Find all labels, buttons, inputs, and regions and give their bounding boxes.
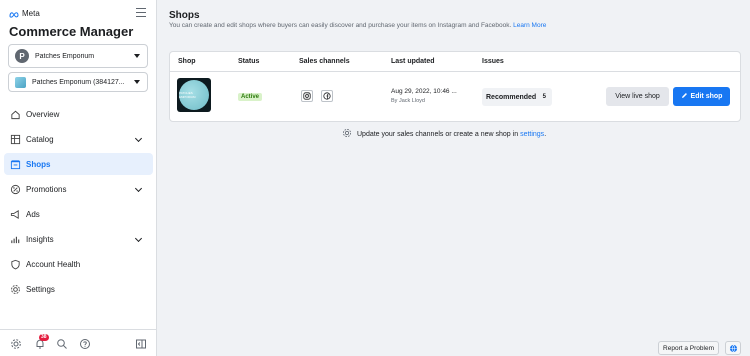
sidebar-item-settings[interactable]: Settings [4,278,153,300]
shop-thumbnail[interactable]: PATCHES EMPORIUM [177,78,211,112]
settings-hint: Update your sales channels or create a n… [342,128,546,140]
chevron-down-icon[interactable] [134,134,143,143]
chevron-down-icon[interactable] [134,184,143,193]
shop-logo: PATCHES EMPORIUM [179,80,209,110]
megaphone-icon [10,209,21,220]
sidebar-item-label: Account Health [26,259,81,269]
sidebar-footer: 38 [0,329,157,356]
gear-icon [342,128,352,140]
home-icon [10,109,21,120]
meta-brand[interactable]: Meta [9,9,40,18]
meta-logo-text: Meta [22,9,40,18]
shop-logo-text: PATCHES EMPORIUM [179,91,196,99]
caret-down-icon [134,54,140,58]
promotions-icon [10,184,21,195]
issues-badge[interactable]: Recommended 5 [482,88,552,106]
sidebar-item-account-health[interactable]: Account Health [4,253,153,275]
sidebar-item-label: Overview [26,109,60,119]
sidebar-item-shops[interactable]: Shops [4,153,153,175]
hint-end: . [544,130,547,138]
column-header-updated: Last updated [391,58,435,65]
globe-icon[interactable] [725,341,741,355]
main-content: Shops You can create and edit shops wher… [157,0,750,356]
sidebar-item-label: Ads [26,209,40,219]
sidebar-item-catalog[interactable]: Catalog [4,128,153,150]
collapse-sidebar-icon[interactable] [135,338,147,350]
instagram-icon[interactable] [301,90,313,102]
shops-table: Shop Status Sales channels Last updated … [169,51,741,122]
issues-count: 5 [542,94,546,100]
sidebar-item-overview[interactable]: Overview [4,103,153,125]
gear-icon [10,284,21,295]
facebook-icon[interactable] [321,90,333,102]
settings-gear-icon[interactable] [10,338,22,350]
column-header-issues: Issues [482,58,504,65]
caret-down-icon [134,80,140,84]
sidebar-nav: Overview Catalog Shops Promotions Ads In… [4,103,153,303]
notification-badge: 38 [39,334,49,341]
last-updated: Aug 29, 2022, 10:46 ... [391,88,457,95]
hint-text: Update your sales channels or create a n… [357,130,519,138]
sidebar-item-label: Promotions [26,184,67,194]
sidebar-item-ads[interactable]: Ads [4,203,153,225]
table-header: Shop Status Sales channels Last updated … [170,52,740,72]
issues-label: Recommended [486,93,537,101]
report-problem-button[interactable]: Report a Problem [658,341,719,355]
sidebar: Meta Commerce Manager P Patches Emporium… [0,0,157,356]
column-header-channels: Sales channels [299,58,350,65]
page-description-text: You can create and edit shops where buye… [169,22,512,29]
sidebar-item-label: Insights [26,234,54,244]
search-icon[interactable] [56,338,68,350]
app-title: Commerce Manager [9,24,134,39]
pencil-icon [681,92,688,101]
catalog-thumb-icon [15,76,26,88]
edit-shop-label: Edit shop [690,93,723,100]
sidebar-item-insights[interactable]: Insights [4,228,153,250]
page-description: You can create and edit shops where buye… [169,22,546,29]
column-header-shop: Shop [178,58,196,65]
notifications-bell-icon[interactable]: 38 [34,334,49,350]
catalog-select[interactable]: Patches Emporium (384127... [8,72,148,92]
meta-logo-icon [9,11,19,18]
page-title: Shops [169,10,200,21]
menu-icon[interactable] [136,8,146,17]
chevron-down-icon[interactable] [134,234,143,243]
updated-by: By Jack Lloyd [391,98,425,104]
status-badge: Active [238,93,263,101]
settings-link[interactable]: settings [520,131,544,138]
catalog-icon [10,134,21,145]
learn-more-link[interactable]: Learn More [513,22,546,29]
sidebar-item-label: Settings [26,284,55,294]
catalog-select-value: Patches Emporium (384127... [32,78,125,86]
view-live-shop-button[interactable]: View live shop [606,87,669,106]
heart-shield-icon [10,259,21,270]
account-select-value: Patches Emporium [35,52,95,60]
sidebar-item-label: Catalog [26,134,54,144]
account-avatar: P [15,49,29,63]
help-icon[interactable] [79,338,91,350]
column-header-status: Status [238,58,260,65]
sidebar-item-promotions[interactable]: Promotions [4,178,153,200]
account-select[interactable]: P Patches Emporium [8,44,148,68]
edit-shop-button[interactable]: Edit shop [673,87,730,106]
shop-icon [10,159,21,170]
sidebar-item-label: Shops [26,159,51,169]
bar-chart-icon [10,234,21,245]
